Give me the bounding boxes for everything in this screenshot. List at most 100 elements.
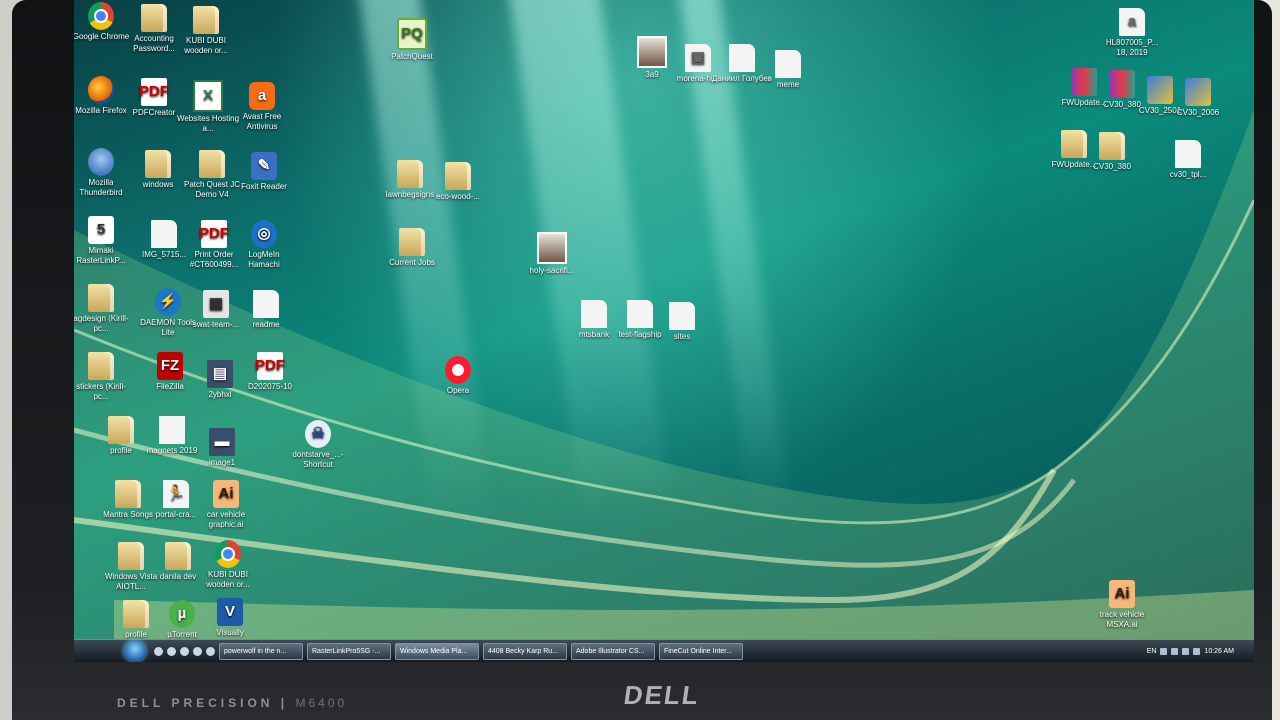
- language-indicator[interactable]: EN: [1147, 648, 1157, 655]
- illustrator-icon: Ai: [1109, 580, 1135, 608]
- image-icon: ▬: [209, 428, 235, 456]
- desktop-icon-label: portal-cra...: [155, 510, 197, 519]
- taskbar-button[interactable]: Adobe Illustrator CS...: [571, 642, 655, 660]
- start-button[interactable]: [124, 640, 146, 662]
- desktop-icon-label: car vehicle graphic.ai: [206, 510, 246, 529]
- chrome-icon: [88, 2, 114, 30]
- volume-icon[interactable]: [1171, 647, 1179, 655]
- desktop-icon[interactable]: readme: [234, 290, 298, 330]
- desktop-icon-label: FileZilla: [156, 382, 184, 391]
- desktop-icon-label: Google Chrome: [74, 32, 130, 41]
- desktop-icon[interactable]: meme: [756, 50, 820, 90]
- folder-icon: [399, 228, 425, 256]
- desktop-icon[interactable]: Mozilla Thunderbird: [74, 148, 133, 198]
- folder-icon: [123, 600, 149, 628]
- quick-launch-icon[interactable]: [206, 646, 215, 656]
- image-icon: [537, 232, 567, 264]
- desktop-icon[interactable]: agdesign (Kirill-pc...: [74, 284, 133, 334]
- image-icon: ▦: [203, 290, 229, 318]
- desktop-icon[interactable]: ☠ dontstarve_...- Shortcut: [286, 420, 350, 470]
- desktop-icon-label: PDFCreator: [132, 108, 176, 117]
- document-icon: [729, 44, 755, 72]
- network-icon[interactable]: [1160, 647, 1168, 655]
- desktop-icon[interactable]: ✎ Foxit Reader: [232, 152, 296, 192]
- desktop-icon[interactable]: KUBI DUBI wooden or...: [174, 6, 238, 56]
- desktop-icon[interactable]: Ai track vehicle MSXA.ai: [1090, 580, 1154, 630]
- chrome-icon: [215, 540, 241, 568]
- excel-icon: X: [193, 80, 223, 112]
- desktop-icon-label: eco-wood-...: [435, 192, 481, 201]
- bezel-branding: DELL PRECISION | M6400 DELL: [12, 676, 1272, 720]
- desktop-icon[interactable]: ◎ LogMeIn Hamachi: [232, 220, 296, 270]
- desktop-icon[interactable]: V Visually: [198, 598, 262, 638]
- laptop-bezel: Google Chrome Mozilla Firefox Mozilla Th…: [12, 0, 1272, 720]
- taskbar-button[interactable]: powerwolf in the n...: [219, 642, 303, 660]
- model-label: DELL PRECISION | M6400: [117, 696, 348, 710]
- desktop-icon-label: image1: [208, 458, 236, 467]
- desktop-icon[interactable]: CV30_380: [1080, 132, 1144, 172]
- desktop-icon[interactable]: cv30_tpl...: [1156, 140, 1220, 180]
- desktop-icon[interactable]: holy-sacrifi...: [520, 232, 584, 276]
- quick-launch-icon[interactable]: [167, 646, 176, 656]
- quick-launch: [154, 646, 215, 656]
- desktop-icon-label: danila dev: [159, 572, 197, 581]
- desktop-icon-label: stickers (Kirill-pc...: [76, 382, 126, 401]
- utorrent-icon: µ: [169, 600, 195, 628]
- folder-icon: [115, 480, 141, 508]
- quick-launch-icon[interactable]: [193, 646, 202, 656]
- dontstarve-icon: ☠: [305, 420, 331, 448]
- folder-icon: [88, 352, 114, 380]
- desktop-icon-label: windows: [142, 180, 174, 189]
- taskbar-button[interactable]: RasterLinkPro5SG -...: [307, 642, 391, 660]
- taskbar-button[interactable]: Windows Media Pla...: [395, 642, 479, 660]
- folder-icon: [108, 416, 134, 444]
- system-tray: EN 10:26 AM: [1147, 647, 1234, 655]
- desktop-icon[interactable]: PQ PatchQuest: [380, 18, 444, 62]
- desktop-icon[interactable]: stickers (Kirill-pc...: [74, 352, 133, 402]
- desktop-icon[interactable]: Opera: [426, 356, 490, 396]
- image-icon: ▣: [685, 44, 711, 72]
- tray-app-icon[interactable]: [1193, 647, 1201, 655]
- document-icon: [253, 290, 279, 318]
- firefox-icon: [88, 76, 114, 104]
- folder-icon: [118, 542, 144, 570]
- desktop-icon[interactable]: sites: [650, 302, 714, 342]
- desktop-icon-label: mtsbank: [578, 330, 610, 339]
- desktop-icon[interactable]: ▬ image1: [190, 428, 254, 468]
- folder-icon: [165, 542, 191, 570]
- desktop-icon-label: Opera: [446, 386, 470, 395]
- desktop-icon[interactable]: PDF D202075-10: [238, 352, 302, 392]
- desktop-icon-label: Avast Free Antivirus: [242, 112, 282, 131]
- desktop-icon[interactable]: 5 Mimaki RasterLinkP...: [74, 216, 133, 266]
- pdf-icon: PDF: [199, 220, 229, 248]
- desktop-icon[interactable]: KUBI DUBI wooden or...: [196, 540, 260, 590]
- folder-icon: [88, 284, 114, 312]
- pdf-icon: PDF: [255, 352, 285, 380]
- document-icon: [151, 220, 177, 248]
- desktop-icon[interactable]: a HL807005_P... 18, 2019: [1100, 8, 1164, 58]
- folder-icon: [199, 150, 225, 178]
- quick-launch-icon[interactable]: [154, 646, 163, 656]
- desktop-icon[interactable]: a Avast Free Antivirus: [230, 82, 294, 132]
- taskbar-button[interactable]: FineCut Online Inter...: [659, 642, 743, 660]
- desktop-icon-label: readme: [252, 320, 280, 329]
- desktop-icon-label: track vehicle MSXA.ai: [1099, 610, 1145, 629]
- desktop-icon-label: 2ybhxl: [208, 390, 232, 399]
- desktop-icon-label: Mozilla Thunderbird: [79, 178, 123, 197]
- document-icon: [669, 302, 695, 330]
- folder-icon: [193, 6, 219, 34]
- desktop-icon[interactable]: CV30_2006: [1166, 78, 1230, 118]
- desktop-icon-label: LogMeIn Hamachi: [248, 250, 280, 269]
- desktop-icon-label: dontstarve_...- Shortcut: [292, 450, 344, 469]
- daemon-icon: ⚡: [155, 288, 181, 316]
- avast-icon: a: [249, 82, 275, 110]
- desktop-icon[interactable]: Current Jobs: [380, 228, 444, 268]
- desktop-icon-label: PatchQuest: [391, 52, 433, 61]
- desktop-icon-label: 3a9: [645, 70, 659, 79]
- quick-launch-icon[interactable]: [180, 646, 189, 656]
- desktop-icon[interactable]: eco-wood-...: [426, 162, 490, 202]
- desktop-icon[interactable]: Ai car vehicle graphic.ai: [194, 480, 258, 530]
- tray-app-icon[interactable]: [1182, 647, 1190, 655]
- taskbar-button[interactable]: 4408 Becky Karp Ru...: [483, 642, 567, 660]
- clock[interactable]: 10:26 AM: [1204, 648, 1234, 655]
